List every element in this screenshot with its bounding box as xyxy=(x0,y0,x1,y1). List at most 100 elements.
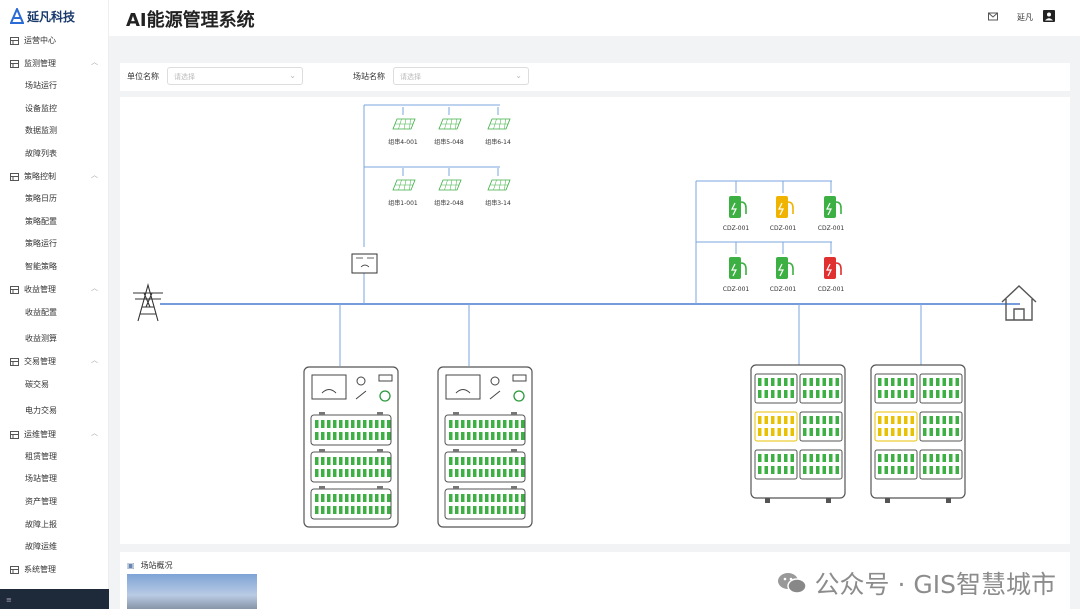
nav-item[interactable]: 资产管理 xyxy=(25,496,57,507)
nav-group-6[interactable]: 系统管理 xyxy=(10,564,98,575)
station-select[interactable]: 请选择 ⌄ xyxy=(393,67,529,85)
battery-cell xyxy=(803,428,807,436)
battery-cell xyxy=(942,416,946,424)
nav-item[interactable]: 租赁管理 xyxy=(25,451,57,462)
battery-cell xyxy=(777,454,781,462)
charger-cable xyxy=(740,201,747,214)
station-label: 场站名称 xyxy=(353,72,385,81)
nav-item[interactable]: 碳交易 xyxy=(25,379,49,390)
battery-cell xyxy=(878,428,882,436)
battery-cell xyxy=(461,420,465,428)
battery-cell xyxy=(357,506,361,514)
battery-cell xyxy=(829,428,833,436)
battery-cell xyxy=(497,420,501,428)
battery-cell xyxy=(936,416,940,424)
charger-icon xyxy=(776,196,794,218)
battery-cell xyxy=(764,378,768,386)
battery-cell xyxy=(822,390,826,398)
battery-cell xyxy=(835,416,839,424)
nav-group-2[interactable]: 策略控制 ︿ xyxy=(10,171,98,182)
nav-group-1[interactable]: 监测管理 ︿ xyxy=(10,58,98,69)
brand-logo: 延凡科技 xyxy=(10,6,75,26)
battery-cell xyxy=(315,469,319,477)
battery-cell xyxy=(809,454,813,462)
battery-cell xyxy=(878,378,882,386)
nav-item[interactable]: 故障运维 xyxy=(25,541,57,552)
charger-body xyxy=(729,196,741,218)
battery-cell xyxy=(790,454,794,462)
battery-cell xyxy=(822,466,826,474)
battery-cell xyxy=(509,457,513,465)
nav-item[interactable]: 故障列表 xyxy=(25,148,57,159)
battery-cell xyxy=(315,432,319,440)
battery-cell xyxy=(835,466,839,474)
solar-panel-icon xyxy=(438,179,462,191)
battery-cell xyxy=(491,469,495,477)
nav-group-5[interactable]: 运维管理 ︿ xyxy=(10,429,98,440)
user-name[interactable]: 延凡 xyxy=(1017,12,1033,23)
battery-cell xyxy=(790,390,794,398)
nav-item[interactable]: 策略运行 xyxy=(25,238,57,249)
battery-cell xyxy=(764,390,768,398)
mail-icon[interactable] xyxy=(988,12,998,21)
battery-cell xyxy=(497,469,501,477)
battery-cell xyxy=(375,469,379,477)
nav-item[interactable]: 场站管理 xyxy=(25,473,57,484)
battery-cell xyxy=(803,390,807,398)
battery-cell xyxy=(467,469,471,477)
battery-cell xyxy=(315,506,319,514)
topology-diagram: 组串4-001 组串5-048 组串6-14 组串1-001 组串2-048 组串3-14… xyxy=(120,97,1070,544)
brand-name: 延凡科技 xyxy=(27,9,76,24)
chevron-up-icon: ︿ xyxy=(91,356,98,364)
battery-cell xyxy=(521,457,525,465)
battery-cell xyxy=(897,416,901,424)
user-avatar-icon[interactable] xyxy=(1043,10,1055,22)
battery-cell xyxy=(904,416,908,424)
battery-cell xyxy=(949,378,953,386)
chevron-up-icon: ︿ xyxy=(91,171,98,179)
battery-cell xyxy=(803,454,807,462)
battery-cell xyxy=(345,457,349,465)
solar-panel-icon xyxy=(392,118,416,130)
trade-icon xyxy=(10,357,19,366)
nav-item[interactable]: 场站运行 xyxy=(25,80,57,91)
battery-cell xyxy=(829,466,833,474)
battery-cell xyxy=(485,494,489,502)
battery-cell xyxy=(473,457,477,465)
nav-item[interactable]: 电力交易 xyxy=(25,405,57,416)
station-icon: ▣ xyxy=(127,561,135,570)
battery-cell xyxy=(816,454,820,462)
module-clip xyxy=(377,449,383,452)
battery-cell xyxy=(509,506,513,514)
nav-item[interactable]: 数据监测 xyxy=(25,125,57,136)
battery-cell xyxy=(816,428,820,436)
battery-cell xyxy=(485,506,489,514)
nav-group-label: 运营中心 xyxy=(24,36,56,45)
nav-item[interactable]: 设备监控 xyxy=(25,103,57,114)
battery-cell xyxy=(784,428,788,436)
nav-item[interactable]: 故障上报 xyxy=(25,519,57,530)
battery-cell xyxy=(829,390,833,398)
battery-cell xyxy=(375,432,379,440)
nav-item[interactable]: 策略日历 xyxy=(25,193,57,204)
battery-cell xyxy=(771,416,775,424)
battery-cell xyxy=(904,454,908,462)
battery-cell xyxy=(891,378,895,386)
unit-select[interactable]: 请选择 ⌄ xyxy=(167,67,303,85)
battery-cell xyxy=(929,428,933,436)
battery-cell xyxy=(910,454,914,462)
battery-cell xyxy=(473,420,477,428)
nav-item[interactable]: 收益配置 xyxy=(25,307,57,318)
nav-item[interactable]: 收益测算 xyxy=(25,333,57,344)
nav-group-4[interactable]: 交易管理 ︿ xyxy=(10,356,98,367)
nav-group-0[interactable]: 运营中心 xyxy=(10,35,98,46)
battery-cell xyxy=(473,469,477,477)
collapse-toggle[interactable]: ≡ xyxy=(0,589,109,609)
nav-item[interactable]: 策略配置 xyxy=(25,216,57,227)
battery-cell xyxy=(321,457,325,465)
nav-group-label: 策略控制 xyxy=(24,172,56,181)
battery-cell xyxy=(449,494,453,502)
nav-group-3[interactable]: 收益管理 ︿ xyxy=(10,284,98,295)
battery-cell xyxy=(369,457,373,465)
nav-item[interactable]: 智能策略 xyxy=(25,261,57,272)
